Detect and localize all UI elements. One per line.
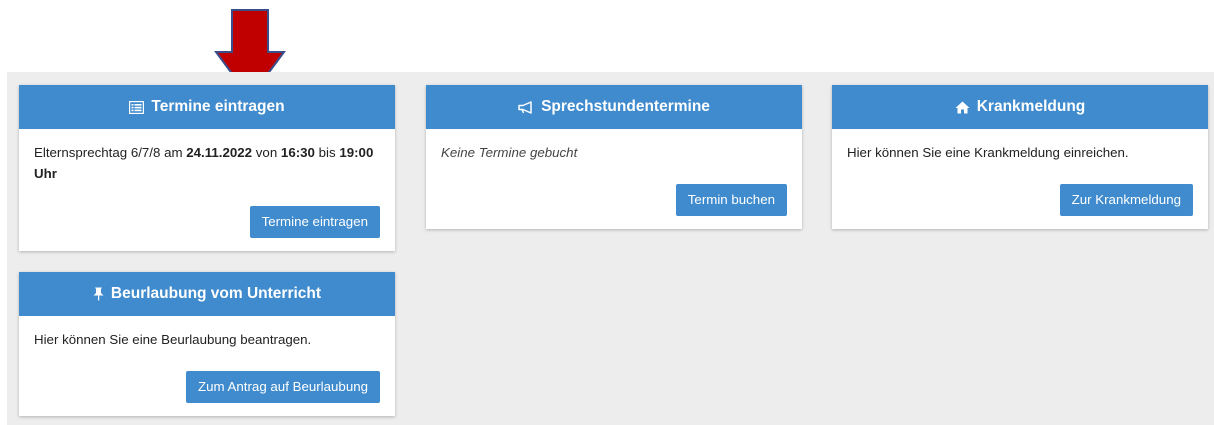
- card-header: Termine eintragen: [19, 85, 395, 129]
- beurlaubung-text: Hier können Sie eine Beurlaubung beantra…: [34, 332, 312, 347]
- card-sprechstundentermine: Sprechstundentermine Keine Termine gebuc…: [426, 85, 802, 229]
- krankmeldung-text: Hier können Sie eine Krankmeldung einrei…: [847, 145, 1129, 160]
- card-title: Krankmeldung: [976, 98, 1086, 115]
- card-title: Termine eintragen: [151, 98, 285, 115]
- card-krankmeldung: Krankmeldung Hier können Sie eine Krankm…: [832, 85, 1208, 229]
- appointment-date: 24.11.2022: [186, 145, 253, 160]
- list-icon: [129, 100, 145, 114]
- card-beurlaubung: Beurlaubung vom Unterricht Hier können S…: [19, 272, 395, 416]
- pin-icon: [93, 287, 104, 301]
- card-title: Sprechstundentermine: [541, 98, 710, 115]
- antrag-beurlaubung-button[interactable]: Zum Antrag auf Beurlaubung: [185, 371, 380, 403]
- card-title: Beurlaubung vom Unterricht: [110, 285, 322, 302]
- appointment-info: Elternsprechtag 6/7/8 am 24.11.2022 von …: [34, 145, 374, 181]
- card-header: Krankmeldung: [832, 85, 1208, 129]
- dashboard-panel: Termine eintragen Elternsprechtag 6/7/8 …: [7, 72, 1214, 425]
- termin-buchen-button[interactable]: Termin buchen: [675, 184, 787, 216]
- termine-eintragen-button[interactable]: Termine eintragen: [249, 206, 380, 238]
- no-appointments-text: Keine Termine gebucht: [441, 145, 578, 160]
- zur-krankmeldung-button[interactable]: Zur Krankmeldung: [1059, 184, 1193, 216]
- card-header: Sprechstundentermine: [426, 85, 802, 129]
- megaphone-icon: [518, 100, 534, 114]
- appointment-time-from: 16:30: [280, 145, 315, 160]
- home-icon: [955, 101, 970, 114]
- card-termine-eintragen: Termine eintragen Elternsprechtag 6/7/8 …: [19, 85, 395, 251]
- card-header: Beurlaubung vom Unterricht: [19, 272, 395, 316]
